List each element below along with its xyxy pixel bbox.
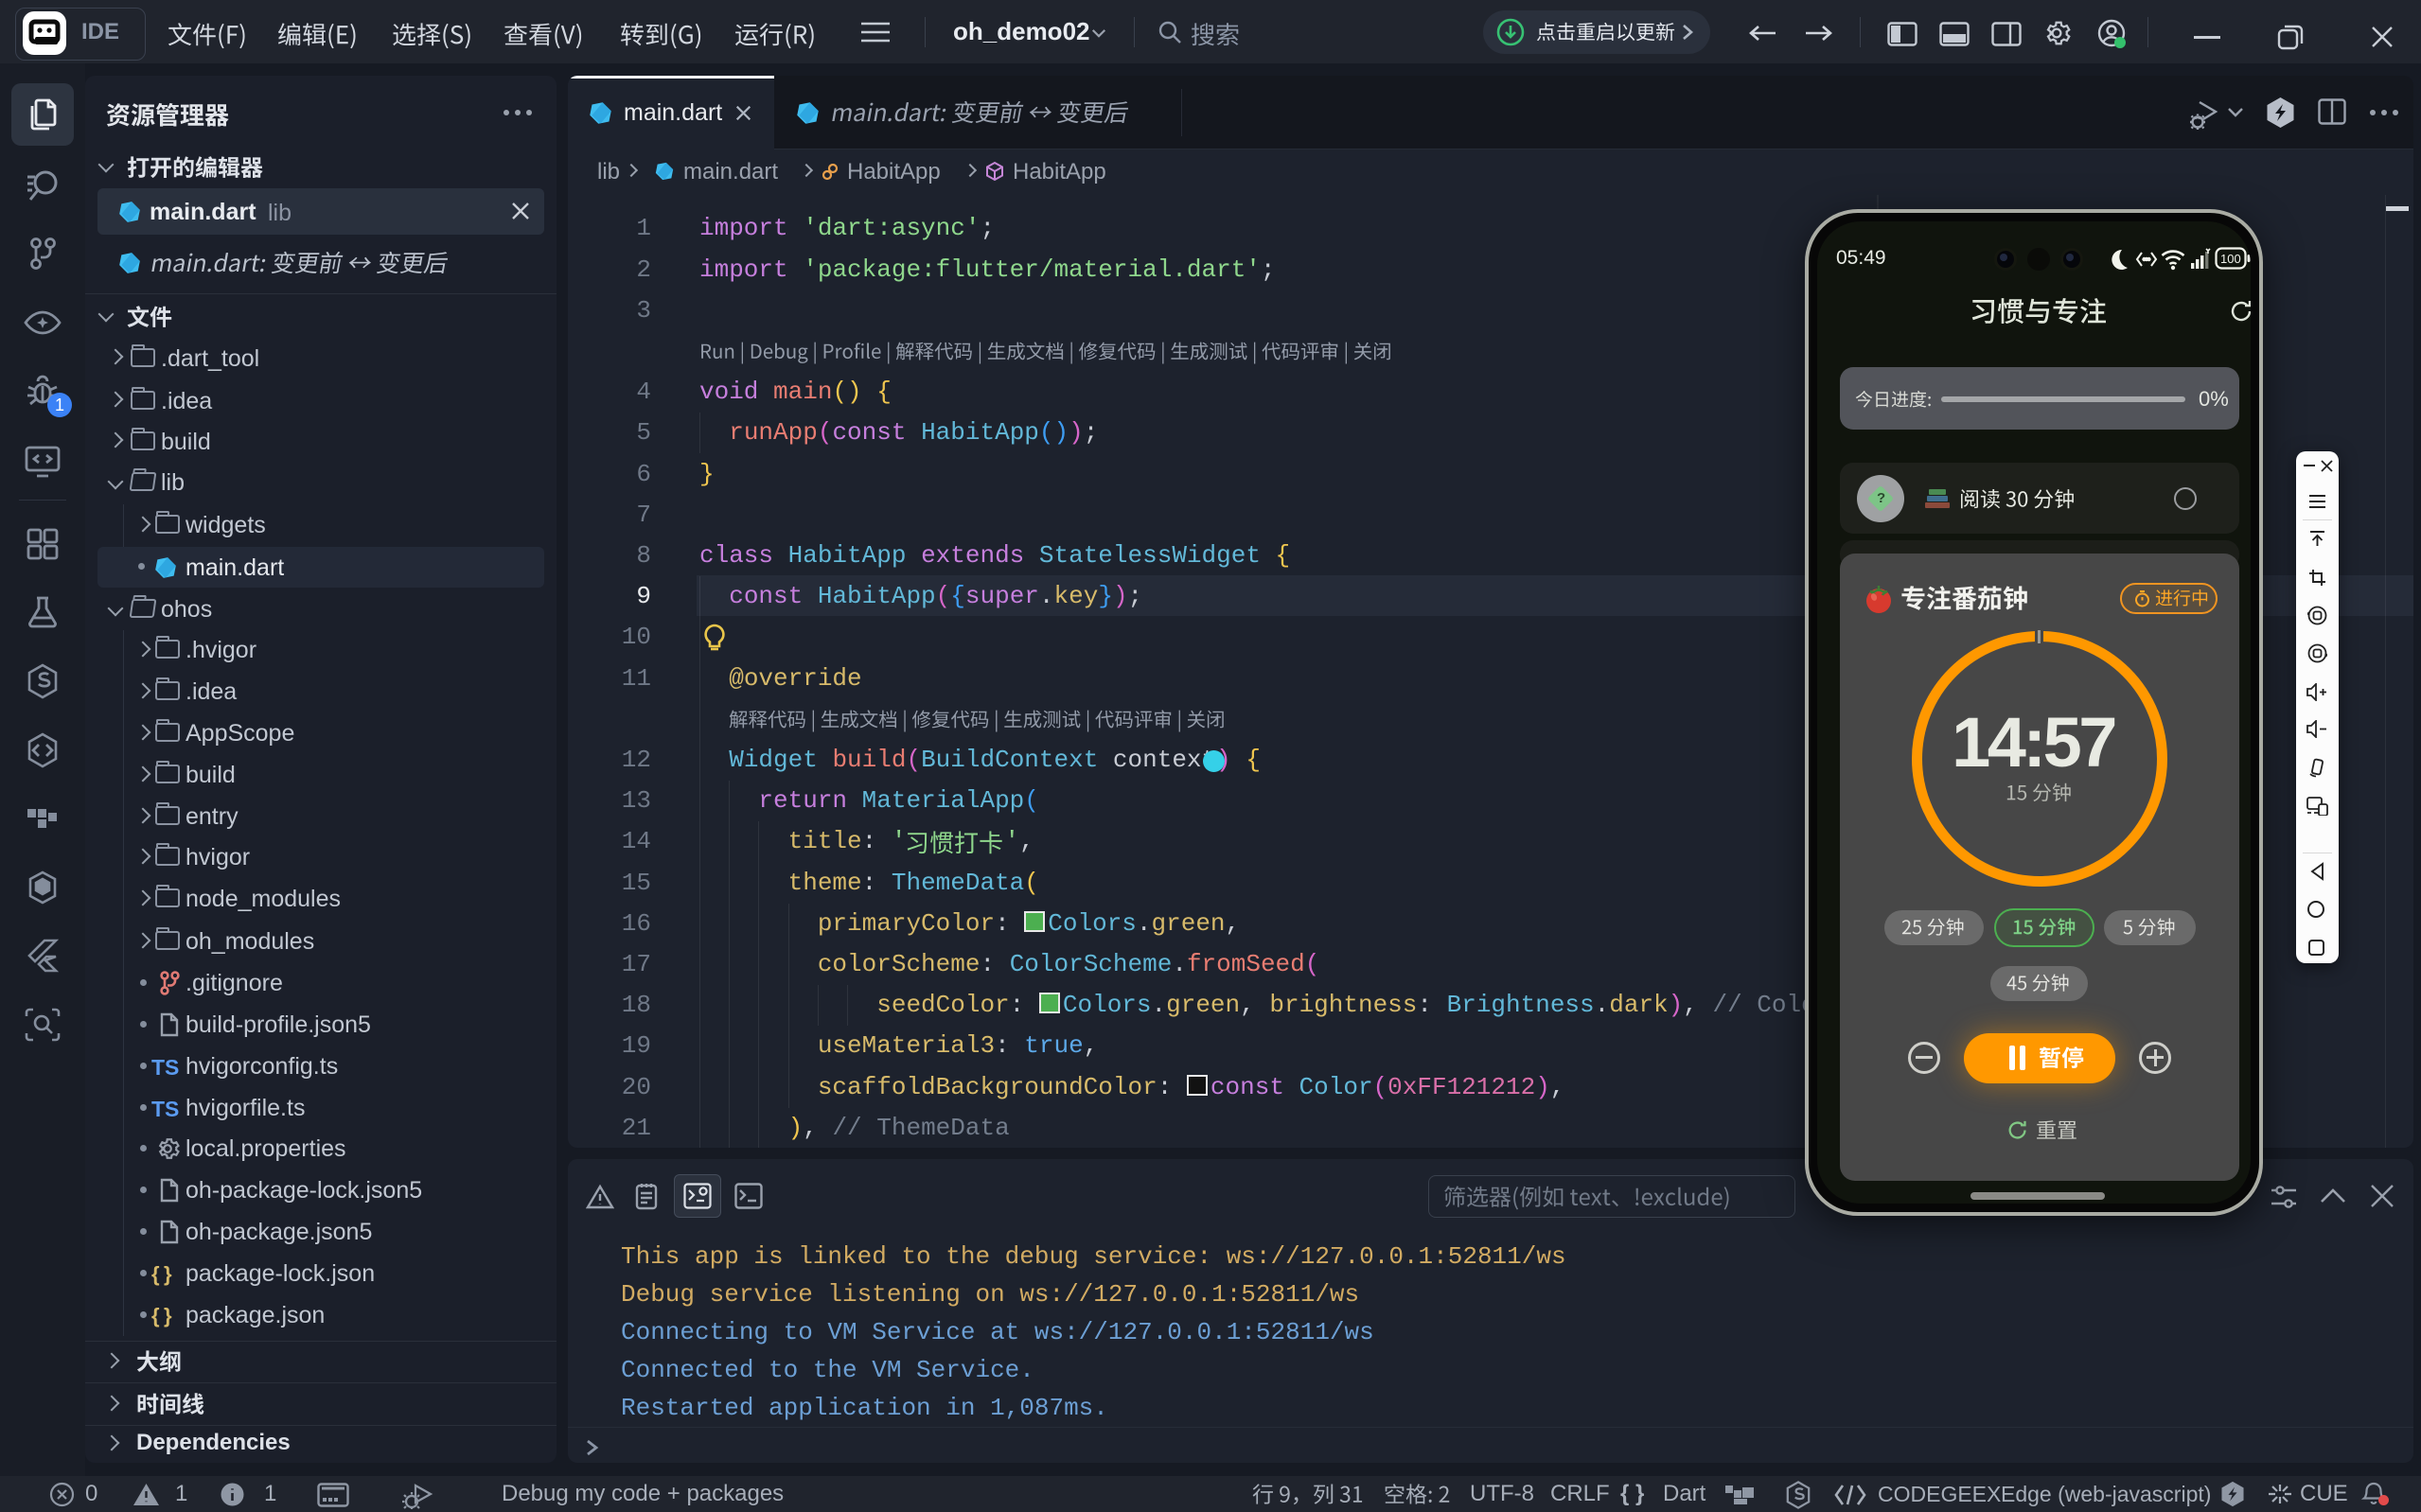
svg-text:100: 100 [2220, 252, 2241, 266]
